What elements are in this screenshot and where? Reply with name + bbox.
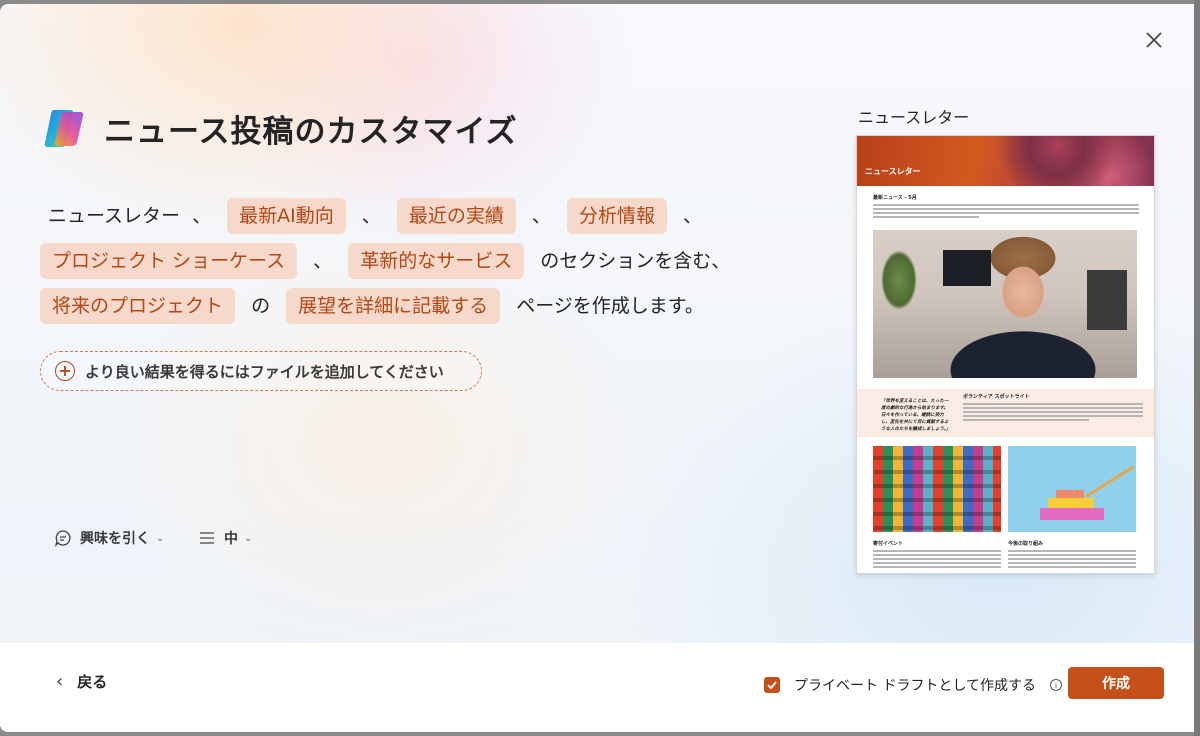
preview-text-lines bbox=[873, 204, 1139, 218]
topic-chip-insights[interactable]: 分析情報 bbox=[566, 198, 667, 234]
preview-label: ニュースレター bbox=[858, 108, 970, 127]
customize-news-dialog: ニュース投稿のカスタマイズ ニュースレター、 最新AI動向 、 最近の実績 、 … bbox=[0, 4, 1200, 732]
preview-section-title: 最新ニュース - 5月 bbox=[873, 195, 917, 201]
plus-circle-icon: + bbox=[55, 361, 75, 381]
preview-col1-title: 寄付イベント bbox=[873, 541, 904, 547]
preview-col2-title: 今後の取り組み bbox=[1008, 541, 1044, 547]
dialog-title: ニュース投稿のカスタマイズ bbox=[104, 113, 518, 150]
topic-chip-future-projects[interactable]: 将来のプロジェクト bbox=[40, 288, 236, 324]
create-button[interactable]: 作成 bbox=[1068, 667, 1164, 699]
chevron-down-icon: ⌄ bbox=[244, 532, 253, 544]
private-draft-option: プライベート ドラフトとして作成する i bbox=[764, 675, 1063, 695]
topic-chip-recent-achievements[interactable]: 最近の実績 bbox=[396, 198, 516, 234]
checkmark-icon bbox=[767, 681, 777, 690]
private-draft-checkbox[interactable] bbox=[764, 677, 780, 693]
preview-hero-photo bbox=[873, 230, 1137, 378]
preview-banner: ニュースレター bbox=[857, 136, 1154, 186]
title-row: ニュース投稿のカスタマイズ bbox=[40, 104, 518, 152]
prompt-text-newsletter: ニュースレター bbox=[48, 205, 181, 227]
back-button[interactable]: ‹ 戻る bbox=[56, 671, 107, 692]
topic-chip-detailed-vision[interactable]: 展望を詳細に記載する bbox=[286, 288, 501, 324]
background-window-edge bbox=[1194, 0, 1200, 736]
topic-chip-ai-trends[interactable]: 最新AI動向 bbox=[227, 198, 346, 234]
preview-chairs-image bbox=[873, 446, 1001, 532]
tone-label: 興味を引く bbox=[80, 531, 150, 547]
preview-spotlight-title: ボランティア スポットライト bbox=[963, 394, 1030, 400]
close-button[interactable] bbox=[1142, 28, 1166, 52]
topic-chip-project-showcase[interactable]: プロジェクト ショーケース bbox=[40, 243, 298, 279]
length-dropdown[interactable]: 中 ⌄ bbox=[198, 528, 252, 548]
copilot-logo-icon bbox=[44, 110, 84, 147]
back-label: 戻る bbox=[77, 673, 108, 691]
separator: 、 bbox=[683, 205, 703, 227]
preview-quote: 「世界を変えることは、たった一度の劇的な行為から始まります。日々を作っている、継… bbox=[881, 399, 951, 432]
add-file-label: より良い結果を得るにはファイルを追加してください bbox=[85, 362, 444, 381]
preview-intro: 最新ニュース - 5月 bbox=[873, 194, 1139, 220]
preview-column-donation: 寄付イベント bbox=[873, 540, 1001, 570]
dialog-footer: ‹ 戻る プライベート ドラフトとして作成する i 作成 bbox=[0, 643, 1200, 732]
private-draft-label: プライベート ドラフトとして作成する bbox=[794, 678, 1037, 694]
close-icon bbox=[1146, 32, 1162, 48]
separator: 、 bbox=[313, 250, 333, 272]
length-label: 中 bbox=[224, 531, 238, 547]
lines-icon bbox=[200, 532, 214, 544]
info-icon[interactable]: i bbox=[1050, 679, 1063, 691]
separator: 、 bbox=[192, 205, 212, 227]
tone-dropdown[interactable]: 興味を引く ⌄ bbox=[54, 528, 164, 548]
prompt-text-sections: のセクションを含む、 bbox=[540, 250, 731, 272]
topic-chip-innovative-services[interactable]: 革新的なサービス bbox=[348, 243, 525, 279]
prompt-text: ニュースレター、 最新AI動向 、 最近の実績 、 分析情報 、 プロジェクト … bbox=[40, 194, 760, 329]
separator: 、 bbox=[531, 205, 551, 227]
preview-column-upcoming: 今後の取り組み bbox=[1008, 540, 1136, 570]
chat-bubble-icon bbox=[54, 530, 71, 547]
chevron-down-icon: ⌄ bbox=[156, 532, 165, 544]
add-file-button[interactable]: + より良い結果を得るにはファイルを追加してください bbox=[40, 351, 482, 391]
preview-blocks-image bbox=[1008, 446, 1136, 532]
prompt-text-create-page: ページを作成します。 bbox=[516, 295, 704, 317]
prompt-text-no: の bbox=[251, 295, 271, 317]
separator: 、 bbox=[361, 205, 381, 227]
newsletter-preview: ニュースレター 最新ニュース - 5月 「世界を変えることは、たった一度の劇的な… bbox=[856, 135, 1155, 574]
chevron-left-icon: ‹ bbox=[56, 671, 64, 692]
preview-spotlight: ボランティア スポットライト bbox=[963, 393, 1143, 423]
preview-banner-title: ニュースレター bbox=[865, 167, 921, 176]
